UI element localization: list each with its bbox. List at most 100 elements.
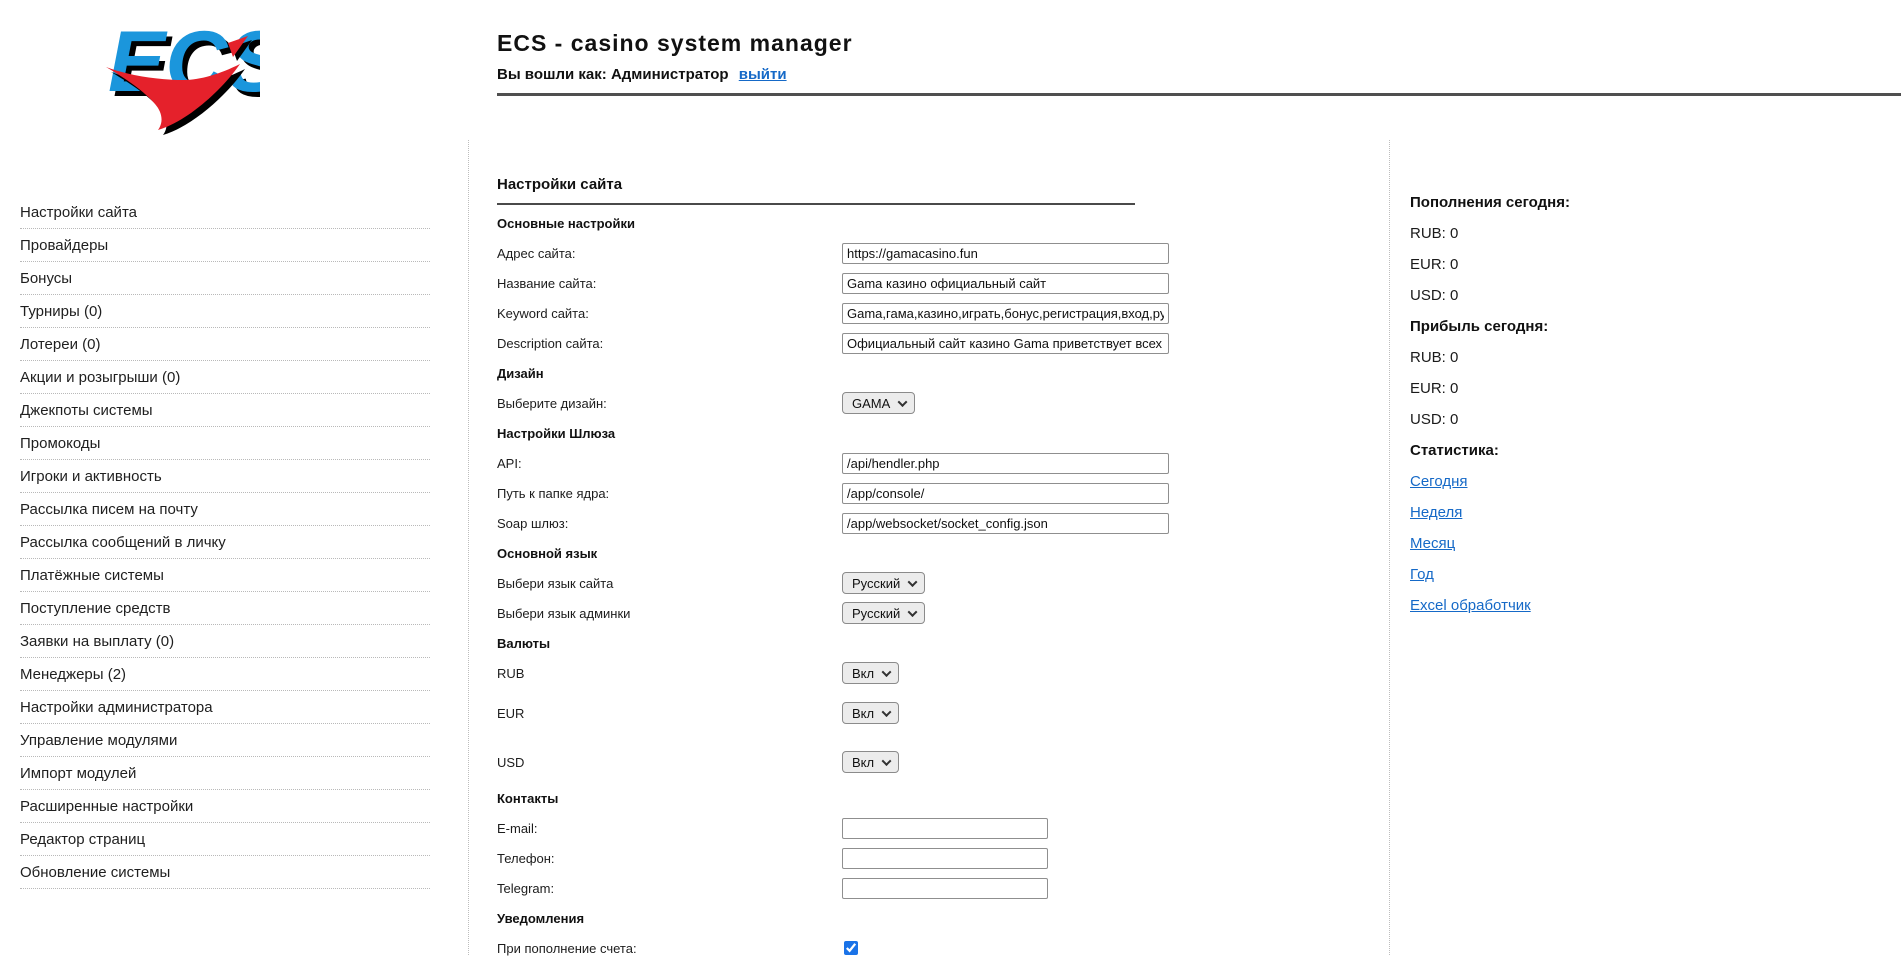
panel-title: Настройки сайта bbox=[497, 176, 1389, 193]
chevron-down-icon bbox=[908, 577, 918, 587]
sidebar-item-providers[interactable]: Провайдеры bbox=[20, 229, 430, 262]
sidebar-item-payout-requests[interactable]: Заявки на выплату (0) bbox=[20, 625, 430, 658]
currency-usd-value: Вкл bbox=[852, 755, 874, 770]
currency-usd-label: USD bbox=[497, 755, 842, 770]
sidebar-item-email-broadcast[interactable]: Рассылка писем на почту bbox=[20, 493, 430, 526]
site-description-field[interactable] bbox=[842, 333, 1169, 354]
section-currencies: Валюты bbox=[497, 636, 550, 651]
profit-rub: RUB: 0 bbox=[1410, 342, 1890, 373]
sidebar-item-lotteries[interactable]: Лотереи (0) bbox=[20, 328, 430, 361]
sidebar-item-tournaments[interactable]: Турниры (0) bbox=[20, 295, 430, 328]
deposit-notify-label: При пополнение счета: bbox=[497, 941, 842, 956]
email-label: E-mail: bbox=[497, 821, 842, 836]
admin-language-label: Выбери язык админки bbox=[497, 606, 842, 621]
sidebar-item-payment-systems[interactable]: Платёжные системы bbox=[20, 559, 430, 592]
sidebar-item-jackpots[interactable]: Джекпоты системы bbox=[20, 394, 430, 427]
chevron-down-icon bbox=[882, 756, 892, 766]
chevron-down-icon bbox=[908, 607, 918, 617]
stats-panel: Пополнения сегодня: RUB: 0 EUR: 0 USD: 0… bbox=[1410, 187, 1890, 621]
chevron-down-icon bbox=[898, 397, 908, 407]
admin-language-value: Русский bbox=[852, 606, 900, 621]
site-description-label: Description сайта: bbox=[497, 336, 842, 351]
site-name-field[interactable] bbox=[842, 273, 1169, 294]
site-name-label: Название сайта: bbox=[497, 276, 842, 291]
sidebar-item-advanced[interactable]: Расширенные настройки bbox=[20, 790, 430, 823]
stats-link-today[interactable]: Сегодня bbox=[1410, 473, 1468, 490]
login-prefix: Вы вошли как: bbox=[497, 66, 607, 83]
stats-link-year[interactable]: Год bbox=[1410, 566, 1434, 583]
sidebar-item-bonuses[interactable]: Бонусы bbox=[20, 262, 430, 295]
currency-rub-value: Вкл bbox=[852, 666, 874, 681]
site-settings-form: Основные настройки Адрес сайта: Название… bbox=[497, 208, 1389, 963]
sidebar-item-site-settings[interactable]: Настройки сайта bbox=[20, 196, 430, 229]
site-url-label: Адрес сайта: bbox=[497, 246, 842, 261]
profit-usd: USD: 0 bbox=[1410, 404, 1890, 435]
panel-title-divider bbox=[497, 203, 1135, 205]
section-design: Дизайн bbox=[497, 366, 544, 381]
currency-eur-label: EUR bbox=[497, 706, 842, 721]
site-keywords-field[interactable] bbox=[842, 303, 1169, 324]
currency-eur-select[interactable]: Вкл bbox=[842, 702, 899, 724]
ecs-logo: ECS ECS bbox=[100, 12, 260, 144]
telegram-field[interactable] bbox=[842, 878, 1048, 899]
page-title: ECS - casino system manager bbox=[497, 30, 1901, 57]
section-gateway-settings: Настройки Шлюза bbox=[497, 426, 615, 441]
admin-language-select[interactable]: Русский bbox=[842, 602, 925, 624]
section-contacts: Контакты bbox=[497, 791, 558, 806]
sidebar-item-promotions[interactable]: Акции и розыгрыши (0) bbox=[20, 361, 430, 394]
login-status: Вы вошли как: Администратор выйти bbox=[497, 66, 1901, 83]
currency-rub-select[interactable]: Вкл bbox=[842, 662, 899, 684]
stats-link-month[interactable]: Месяц bbox=[1410, 535, 1455, 552]
sidebar-item-players[interactable]: Игроки и активность bbox=[20, 460, 430, 493]
section-main-language: Основной язык bbox=[497, 546, 597, 561]
core-path-field[interactable] bbox=[842, 483, 1169, 504]
stats-link-week[interactable]: Неделя bbox=[1410, 504, 1462, 521]
api-field[interactable] bbox=[842, 453, 1169, 474]
soap-gateway-label: Soap шлюз: bbox=[497, 516, 842, 531]
sidebar-item-admin-settings[interactable]: Настройки администратора bbox=[20, 691, 430, 724]
section-notifications: Уведомления bbox=[497, 911, 584, 926]
deposits-rub: RUB: 0 bbox=[1410, 218, 1890, 249]
sidebar-item-system-update[interactable]: Обновление системы bbox=[20, 856, 430, 889]
sidebar-nav: Настройки сайта Провайдеры Бонусы Турнир… bbox=[20, 196, 430, 889]
site-keywords-label: Keyword сайта: bbox=[497, 306, 842, 321]
chevron-down-icon bbox=[882, 667, 892, 677]
site-settings-panel: Настройки сайта Основные настройки Адрес… bbox=[468, 140, 1390, 955]
telegram-label: Telegram: bbox=[497, 881, 842, 896]
sidebar-item-pm-broadcast[interactable]: Рассылка сообщений в личку bbox=[20, 526, 430, 559]
currency-eur-value: Вкл bbox=[852, 706, 874, 721]
email-field[interactable] bbox=[842, 818, 1048, 839]
chevron-down-icon bbox=[882, 707, 892, 717]
deposits-usd: USD: 0 bbox=[1410, 280, 1890, 311]
logout-link[interactable]: выйти bbox=[739, 66, 787, 83]
profit-eur: EUR: 0 bbox=[1410, 373, 1890, 404]
site-language-value: Русский bbox=[852, 576, 900, 591]
sidebar-item-module-import[interactable]: Импорт модулей bbox=[20, 757, 430, 790]
sidebar-item-managers[interactable]: Менеджеры (2) bbox=[20, 658, 430, 691]
section-basic-settings: Основные настройки bbox=[497, 216, 635, 231]
design-select-label: Выберите дизайн: bbox=[497, 396, 842, 411]
deposits-today-title: Пополнения сегодня: bbox=[1410, 187, 1890, 218]
site-language-select[interactable]: Русский bbox=[842, 572, 925, 594]
site-language-label: Выбери язык сайта bbox=[497, 576, 842, 591]
header-divider bbox=[497, 93, 1901, 96]
sidebar-item-module-mgmt[interactable]: Управление модулями bbox=[20, 724, 430, 757]
core-path-label: Путь к папке ядра: bbox=[497, 486, 842, 501]
phone-label: Телефон: bbox=[497, 851, 842, 866]
profit-today-title: Прибыль сегодня: bbox=[1410, 311, 1890, 342]
currency-usd-select[interactable]: Вкл bbox=[842, 751, 899, 773]
sidebar-item-promocodes[interactable]: Промокоды bbox=[20, 427, 430, 460]
api-label: API: bbox=[497, 456, 842, 471]
phone-field[interactable] bbox=[842, 848, 1048, 869]
sidebar-item-page-editor[interactable]: Редактор страниц bbox=[20, 823, 430, 856]
statistics-title: Статистика: bbox=[1410, 435, 1890, 466]
stats-link-excel[interactable]: Excel обработчик bbox=[1410, 597, 1531, 614]
currency-rub-label: RUB bbox=[497, 666, 842, 681]
design-select[interactable]: GAMA bbox=[842, 392, 915, 414]
deposit-notify-checkbox[interactable] bbox=[844, 941, 858, 955]
deposits-eur: EUR: 0 bbox=[1410, 249, 1890, 280]
soap-gateway-field[interactable] bbox=[842, 513, 1169, 534]
site-url-field[interactable] bbox=[842, 243, 1169, 264]
login-user: Администратор bbox=[611, 66, 729, 83]
sidebar-item-incoming-funds[interactable]: Поступление средств bbox=[20, 592, 430, 625]
